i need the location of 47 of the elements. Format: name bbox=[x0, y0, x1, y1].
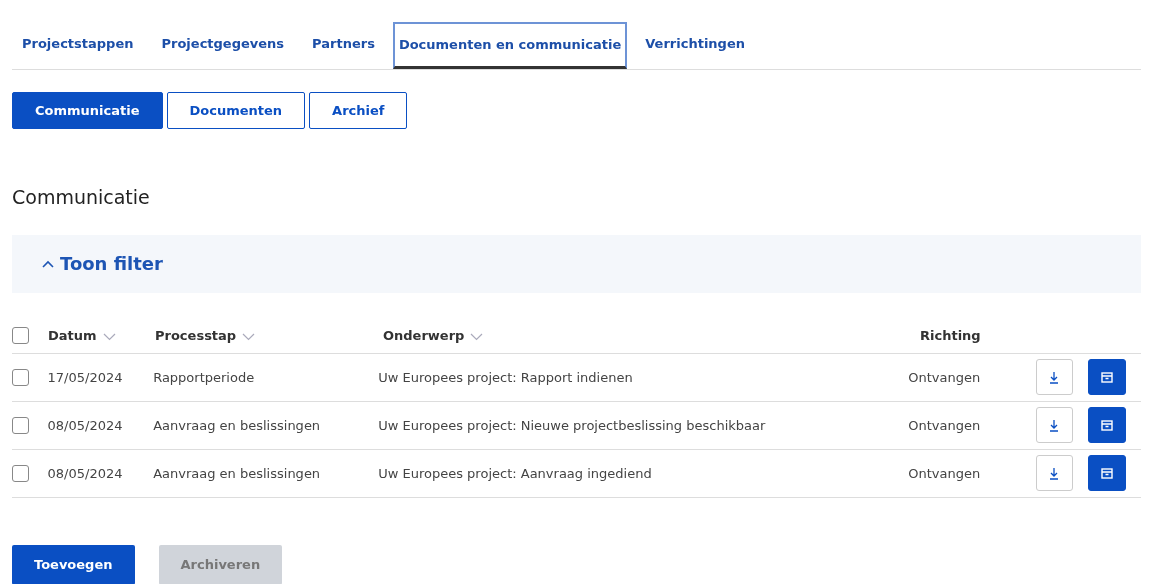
checkbox[interactable] bbox=[12, 464, 29, 482]
table-cell: Ontvangen bbox=[908, 369, 981, 385]
table-cell: 17/05/2024 bbox=[47, 369, 123, 385]
add-button[interactable]: Toevoegen bbox=[12, 544, 135, 584]
download-button[interactable] bbox=[1035, 407, 1074, 444]
column-header[interactable]: Processtap bbox=[155, 328, 237, 344]
table-cell: Uw Europees project: Nieuwe projectbeslissing beschikbaar bbox=[378, 417, 766, 433]
download-button[interactable] bbox=[1035, 359, 1074, 396]
download-icon bbox=[1049, 370, 1060, 384]
checkbox[interactable] bbox=[12, 368, 29, 386]
column-header: Richting bbox=[920, 328, 981, 344]
tab[interactable]: Verrichtingen bbox=[635, 22, 755, 69]
sub-tab[interactable]: Documenten bbox=[166, 92, 306, 129]
table-cell: 08/05/2024 bbox=[47, 417, 123, 433]
table-cell: Ontvangen bbox=[908, 417, 981, 433]
sort-icon[interactable] bbox=[242, 332, 256, 341]
table-cell: Ontvangen bbox=[908, 465, 981, 481]
filter-toggle[interactable]: Toon filter bbox=[42, 250, 163, 278]
table-cell: Uw Europees project: Rapport indienen bbox=[378, 369, 633, 385]
download-icon bbox=[1049, 418, 1060, 432]
tab[interactable]: Documenten en communicatie bbox=[392, 22, 628, 69]
archive-button[interactable] bbox=[1088, 359, 1126, 396]
table-cell: Aanvraag en beslissingen bbox=[153, 465, 321, 481]
table-cell: Rapportperiode bbox=[153, 369, 255, 385]
tab[interactable]: Projectstappen bbox=[12, 22, 144, 69]
archive-icon bbox=[1101, 419, 1114, 431]
sort-icon[interactable] bbox=[102, 332, 116, 341]
archive-icon bbox=[1101, 467, 1114, 479]
checkbox[interactable] bbox=[12, 327, 29, 345]
download-icon bbox=[1049, 466, 1060, 480]
tab[interactable]: Projectgegevens bbox=[151, 22, 295, 69]
sub-tab[interactable]: Communicatie bbox=[12, 92, 163, 129]
archive-icon bbox=[1101, 371, 1114, 383]
column-header[interactable]: Onderwerp bbox=[383, 328, 465, 344]
table-cell: Uw Europees project: Aanvraag ingediend bbox=[378, 465, 652, 481]
archive-button[interactable] bbox=[1088, 455, 1126, 492]
table-cell: Aanvraag en beslissingen bbox=[153, 417, 321, 433]
column-header[interactable]: Datum bbox=[48, 328, 97, 344]
tab[interactable]: Partners bbox=[302, 22, 385, 69]
archive-button[interactable] bbox=[1088, 407, 1126, 444]
sub-tab[interactable]: Archief bbox=[309, 92, 408, 129]
sort-icon[interactable] bbox=[470, 332, 484, 341]
section-heading: Communicatie bbox=[12, 186, 151, 209]
checkbox[interactable] bbox=[12, 416, 29, 434]
download-button[interactable] bbox=[1035, 455, 1074, 492]
table-cell: 08/05/2024 bbox=[47, 465, 123, 481]
chevron-icon bbox=[42, 259, 54, 268]
